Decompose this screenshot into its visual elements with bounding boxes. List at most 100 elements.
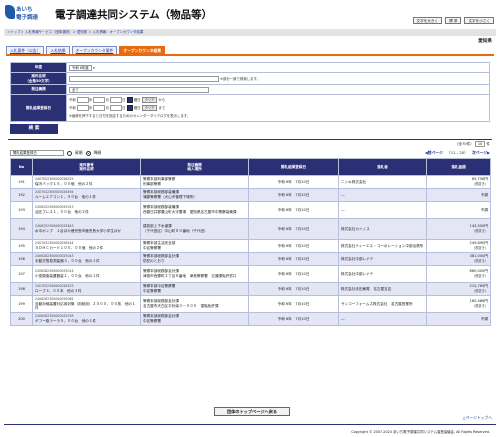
table-row[interactable]: 197 2406282300000025014 小型調査装置器量１，００台 他の１件… [10, 265, 491, 283]
row-winner: ― [338, 201, 427, 219]
table-row[interactable]: 192 2407042300000026494 ルームエアコン１，００台 他の１件警… [10, 188, 491, 202]
row-amount: 249,890円 （税抜き） [426, 239, 491, 253]
row-id-name[interactable]: 2406262300000025062 自動封緘装置対応用封筒（用紙用）２０００，… [32, 295, 141, 313]
breadcrumb[interactable]: ＞トップ＞ 入札情報サービス（団体選択）＞ 愛知県 ＞ 入札情報：オープンカウン… [4, 29, 496, 36]
page-top-link[interactable]: △ページトップへ [463, 415, 492, 421]
copyright: Copyright © 2007-2024 あいち電子調達共同システム運営協議会… [351, 430, 490, 434]
row-winner: ニシキ株式会社 [338, 175, 427, 189]
name-note: ※部分一致で検索します。 [220, 76, 260, 81]
row-id-name[interactable]: 2406282300000025035 ギフー取ラーラ５，００台 他の１件 [32, 312, 141, 326]
row-id-name[interactable]: 2407052300000026523 ロープ３，００本 他の３件 [32, 282, 141, 296]
row-id-name[interactable]: 2406282300000025014 小型調査装置器量１，００台 他の１件 [32, 265, 141, 283]
table-row[interactable]: 199 2406262300000025062 自動封緘装置対応用封筒（用紙用）２０… [10, 295, 491, 313]
row-winner: ― [338, 188, 427, 202]
tab-bid-result[interactable]: 入札結果 [46, 46, 70, 54]
row-org-place: 警察本部総務部装備課 蒲郡警察署（犬山市管理下場所） [140, 188, 249, 202]
row-date: 令和 6年 7月10日 [248, 218, 339, 240]
sort-select[interactable]: 開札結果登録日 [10, 150, 64, 156]
row-date: 令和 6年 7月10日 [248, 239, 339, 253]
footer-line [4, 424, 496, 425]
row-winner: 株式会社ティーエス・コーポレーション中部出張所 [338, 239, 427, 253]
row-winner: 株式会社カイノス [338, 218, 427, 240]
search-button[interactable]: 検 索 [10, 124, 58, 134]
row-number: 197 [10, 265, 33, 283]
org-label: 発注機関 [10, 84, 67, 95]
font-small-button[interactable]: 文字を小さく [464, 17, 494, 24]
row-number: 196 [10, 252, 33, 266]
row-amount: 660,000円 （税抜き） [426, 265, 491, 283]
row-amount: 212,765円 （税抜き） [426, 282, 491, 296]
row-amount: 381,000円 （税抜き） [426, 252, 491, 266]
prev-page-link[interactable]: ◀前ページ [425, 150, 443, 156]
row-number: 199 [10, 295, 33, 313]
to-day-input[interactable] [110, 105, 123, 111]
next-page-link[interactable]: 次ページ▶ [472, 150, 490, 156]
to-month-input[interactable] [93, 105, 106, 111]
back-to-top-button[interactable]: 団体のトップページへ戻る [214, 407, 290, 416]
tab-open-counter-result[interactable]: オープンカウンタ結果 [119, 46, 166, 54]
row-id-name[interactable]: 2407042300000026494 ルームエアコン１，００台 他の１件 [32, 188, 141, 202]
logo-mark-icon [5, 5, 15, 19]
row-org-place: 警察本部中区警察署 中区警察署 [140, 282, 249, 296]
aichi-logo[interactable]: あいち 電子調達 [5, 4, 47, 24]
sort-controls: 開札結果登録日 昇順 降順 [10, 150, 101, 156]
to-calendar-icon[interactable] [126, 105, 133, 111]
row-number: 198 [10, 282, 33, 296]
organization-name: 愛知県 [478, 39, 492, 44]
font-large-button[interactable]: 文字を大きく [412, 17, 443, 24]
table-row[interactable]: 200 2406282300000025035 ギフー取ラーラ５，００台 他の１件警… [10, 312, 491, 326]
row-winner: サンコーフォームズ株式会社 名古屋営業所 [338, 295, 427, 313]
row-id-name[interactable]: 2407052300000026544 ＳＤＨＣカード１００，００個 他の２件 [32, 239, 141, 253]
row-org-place: 警察本部刑事部警察 刑事部警察 [140, 175, 249, 189]
row-id-name[interactable]: 2406252300000025913 油圧プレス１，００台 他の２件 [32, 201, 141, 219]
row-winner: 株式会社中部レナテ [338, 252, 427, 266]
table-row[interactable]: 198 2407052300000026523 ロープ３，００本 他の３件 警察本部中… [10, 282, 491, 296]
table-row[interactable]: 191 2407052300000026525 保冷バッグ１５，００個 他の２件 警察… [10, 175, 491, 189]
from-clear-button[interactable]: クリア [141, 97, 158, 103]
to-year-input[interactable] [76, 105, 89, 111]
from-year-input[interactable] [76, 97, 89, 103]
table-row[interactable]: 193 2406252300000025913 油圧プレス１，００台 他の２件 警察本… [10, 201, 491, 219]
row-id-name[interactable]: 2406282300000025043 手動式簡易測量器３，００台 他の１件 [32, 252, 141, 266]
desc-radio[interactable] [85, 150, 91, 156]
year-label: 年度 [10, 62, 67, 73]
table-row[interactable]: 195 2407052300000026544 ＳＤＨＣカード１００，００個 他の２… [10, 239, 491, 253]
row-org-place: 警察本部総務部会計課 中区警察署 [140, 312, 249, 326]
from-day-input[interactable] [110, 97, 123, 103]
page-size: （全70件） 10 件 [454, 141, 490, 147]
row-id-name[interactable]: 2406252300000025843 水中ポンプ １台ほか鹿児島市鹿児島大学小学… [32, 218, 141, 240]
row-date: 令和 6年 7月10日 [248, 295, 339, 313]
row-date: 令和 6年 7月10日 [248, 188, 339, 202]
year-select[interactable]: 令和 6年度 [69, 64, 92, 71]
row-date: 令和 6年 7月10日 [248, 175, 339, 189]
row-date: 令和 6年 7月10日 [248, 265, 339, 283]
row-number: 191 [10, 175, 33, 189]
results-table: No 案件番号 案件名称 発注機関 納入場所 開札結果登録日 落札者 落札金額 … [10, 158, 491, 326]
total-count: （全70件） [454, 142, 474, 146]
date-label: 開札結果登録日 [10, 94, 67, 122]
font-normal-button[interactable]: 標 準 [445, 17, 462, 24]
table-row[interactable]: 196 2406282300000025043 手動式簡易測量器３，００台 他の１件… [10, 252, 491, 266]
col-org-place: 発注機関 納入場所 [140, 158, 249, 176]
asc-radio[interactable] [67, 150, 72, 156]
row-number: 200 [10, 312, 33, 326]
org-select[interactable]: 全て [69, 86, 209, 93]
page-size-select[interactable]: 10 [474, 141, 486, 147]
divider [8, 139, 492, 140]
calendar-note: ※画像を押下すると日付を指定するためのカレンダーダイアログを表示します。 [69, 114, 191, 118]
row-org-place: 警察本部総務部会計課 名古屋市天白区平針南３－５０５ 運転免許課 [140, 295, 249, 313]
to-clear-button[interactable]: クリア [141, 105, 158, 111]
tab-open-counter[interactable]: オープンカウンタ案件 [71, 46, 118, 54]
row-org-place: 警察本部生活安全部 中区警察署 [140, 239, 249, 253]
table-row[interactable]: 194 2406252300000025843 水中ポンプ １台ほか鹿児島市鹿児島大… [10, 218, 491, 240]
name-input[interactable] [69, 75, 219, 82]
tab-underline [6, 54, 494, 56]
from-calendar-icon[interactable] [126, 97, 133, 103]
row-date: 令和 6年 7月10日 [248, 312, 339, 326]
row-winner: 株式会社寺田東電 名古屋支店 [338, 282, 427, 296]
row-date: 令和 6年 7月10日 [248, 282, 339, 296]
tab-bid-notice[interactable]: 入札案件（公告） [6, 46, 45, 54]
row-winner: 株式会社中部レナテ [338, 265, 427, 283]
from-month-input[interactable] [93, 97, 106, 103]
row-id-name[interactable]: 2407052300000026525 保冷バッグ１５，００個 他の２件 [32, 175, 141, 189]
